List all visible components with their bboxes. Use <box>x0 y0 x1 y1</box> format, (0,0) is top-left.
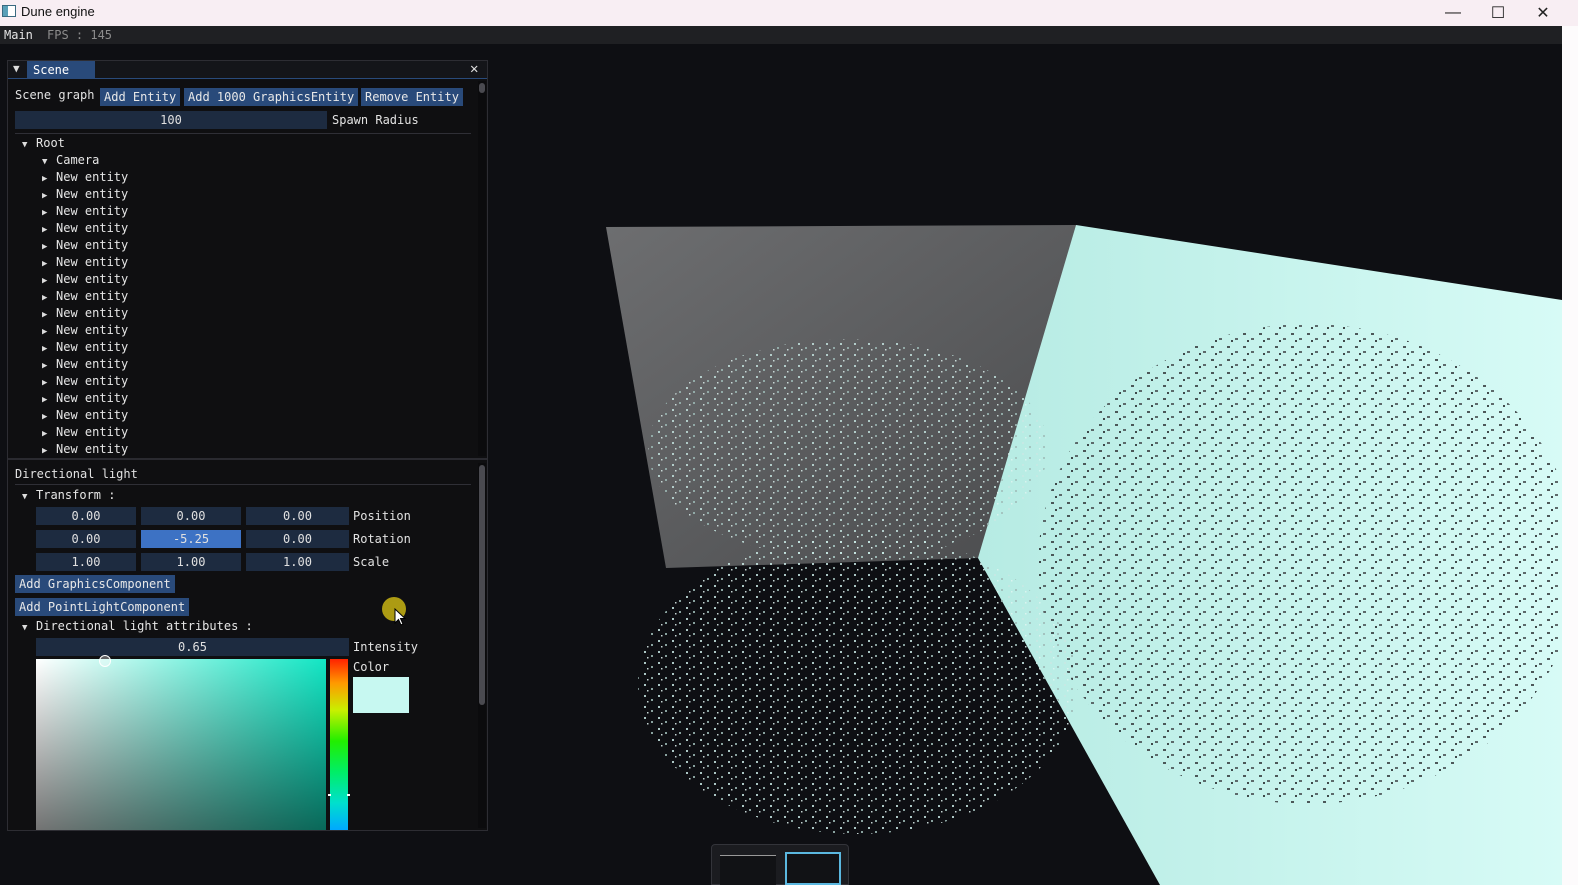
expanded-arrow-icon: ▼ <box>22 492 28 502</box>
color-picker-knob[interactable] <box>99 655 111 667</box>
tree-node-entity[interactable]: ▶ New entity <box>42 323 128 340</box>
position-y-field[interactable]: 0.00 <box>141 507 241 525</box>
tree-node-entity[interactable]: ▶ New entity <box>42 238 128 255</box>
collapsed-arrow-icon: ▶ <box>42 327 48 337</box>
menu-main[interactable]: Main <box>4 28 33 42</box>
minimize-icon[interactable]: — <box>1430 0 1476 26</box>
mouse-cursor-icon <box>394 608 407 626</box>
taskbar-preview <box>711 844 849 885</box>
tree-scrollbar-thumb[interactable] <box>479 83 485 93</box>
intensity-label: Intensity <box>353 640 419 654</box>
collapsed-arrow-icon: ▶ <box>42 208 48 218</box>
scale-z-field[interactable]: 1.00 <box>246 553 349 571</box>
3d-viewport[interactable] <box>488 44 1562 885</box>
divider <box>15 484 471 485</box>
scene-graph-label: Scene graph <box>15 88 95 102</box>
rotation-y-field[interactable]: -5.25 <box>141 530 241 548</box>
panel-splitter[interactable] <box>8 458 487 460</box>
collapsed-arrow-icon: ▶ <box>42 191 48 201</box>
color-saturation-value-picker[interactable] <box>36 659 326 830</box>
scene-render <box>606 225 1562 885</box>
collapsed-arrow-icon: ▶ <box>42 446 48 456</box>
add-graphics-component-button[interactable]: Add GraphicsComponent <box>15 575 175 593</box>
color-swatch[interactable] <box>353 677 409 713</box>
rotation-label: Rotation <box>353 532 411 546</box>
tree-node-entity[interactable]: ▶ New entity <box>42 255 128 272</box>
close-icon[interactable]: ✕ <box>470 61 478 77</box>
tree-node-entity[interactable]: ▶ New entity <box>42 170 128 187</box>
expanded-arrow-icon: ▼ <box>22 623 28 633</box>
tree-node-entity[interactable]: ▶ New entity <box>42 221 128 238</box>
tree-node-entity[interactable]: ▶ New entity <box>42 187 128 204</box>
position-label: Position <box>353 509 411 523</box>
color-label: Color <box>353 660 390 674</box>
directional-light-attributes-header[interactable]: ▼ Directional light attributes : <box>22 619 253 636</box>
collapsed-arrow-icon: ▶ <box>42 259 48 269</box>
scale-y-field[interactable]: 1.00 <box>141 553 241 571</box>
expanded-arrow-icon: ▼ <box>22 140 28 150</box>
collapsed-arrow-icon: ▶ <box>42 293 48 303</box>
inspector-scrollbar-thumb[interactable] <box>479 465 485 705</box>
window-thumbnail[interactable] <box>720 855 776 885</box>
position-x-field[interactable]: 0.00 <box>36 507 136 525</box>
tree-node-entity[interactable]: ▶ New entity <box>42 391 128 408</box>
position-z-field[interactable]: 0.00 <box>246 507 349 525</box>
tree-node-root[interactable]: ▼ Root <box>22 136 65 153</box>
spawn-radius-label: Spawn Radius <box>332 113 419 127</box>
intensity-slider[interactable]: 0.65 <box>36 638 349 656</box>
maximize-icon[interactable]: ☐ <box>1475 0 1521 26</box>
scale-x-field[interactable]: 1.00 <box>36 553 136 571</box>
collapsed-arrow-icon: ▶ <box>42 225 48 235</box>
rotation-x-field[interactable]: 0.00 <box>36 530 136 548</box>
panel-header: ▼ Scene ✕ <box>8 61 487 79</box>
add-entity-button[interactable]: Add Entity <box>100 88 181 106</box>
collapsed-arrow-icon: ▶ <box>42 242 48 252</box>
collapsed-arrow-icon: ▶ <box>42 429 48 439</box>
add-1000-graphics-entity-button[interactable]: Add 1000 GraphicsEntity <box>184 88 359 106</box>
fps-counter: FPS : 145 <box>47 28 113 42</box>
tree-node-camera[interactable]: ▼ Camera <box>42 153 99 170</box>
rotation-z-field[interactable]: 0.00 <box>246 530 349 548</box>
add-point-light-component-button[interactable]: Add PointLightComponent <box>15 598 190 616</box>
tab-scene[interactable]: Scene <box>27 61 95 79</box>
collapsed-arrow-icon: ▶ <box>42 378 48 388</box>
collapsed-arrow-icon: ▶ <box>42 395 48 405</box>
tree-node-entity[interactable]: ▶ New entity <box>42 374 128 391</box>
tree-node-entity[interactable]: ▶ New entity <box>42 204 128 221</box>
window-title: Dune engine <box>21 4 95 19</box>
spawn-radius-input[interactable]: 100 <box>15 111 327 129</box>
menu-bar: Main FPS : 145 <box>0 26 1562 44</box>
collapsed-arrow-icon: ▶ <box>42 344 48 354</box>
window-thumbnail-active[interactable] <box>785 852 841 885</box>
hue-slider[interactable] <box>330 659 348 830</box>
collapsed-arrow-icon: ▶ <box>42 361 48 371</box>
tree-node-entity[interactable]: ▶ New entity <box>42 357 128 374</box>
tree-node-entity[interactable]: ▶ New entity <box>42 306 128 323</box>
remove-entity-button[interactable]: Remove Entity <box>361 88 463 106</box>
collapsed-arrow-icon: ▶ <box>42 174 48 184</box>
tree-scrollbar[interactable] <box>478 81 486 456</box>
inspector-scrollbar[interactable] <box>478 463 486 828</box>
tree-node-entity[interactable]: ▶ New entity <box>42 442 128 459</box>
app-icon <box>2 5 16 17</box>
scale-label: Scale <box>353 555 390 569</box>
tree-node-entity[interactable]: ▶ New entity <box>42 340 128 357</box>
scene-panel: ▼ Scene ✕ Scene graph Add Entity Add 100… <box>7 60 488 831</box>
window-edge <box>1562 26 1578 885</box>
tree-node-entity[interactable]: ▶ New entity <box>42 272 128 289</box>
collapsed-arrow-icon: ▶ <box>42 412 48 422</box>
close-window-icon[interactable]: ✕ <box>1520 0 1566 26</box>
expanded-arrow-icon: ▼ <box>42 157 48 167</box>
tree-node-entity[interactable]: ▶ New entity <box>42 289 128 306</box>
divider <box>15 133 471 134</box>
tree-node-entity[interactable]: ▶ New entity <box>42 425 128 442</box>
collapse-icon[interactable]: ▼ <box>13 62 20 75</box>
collapsed-arrow-icon: ▶ <box>42 276 48 286</box>
collapsed-arrow-icon: ▶ <box>42 310 48 320</box>
inspector-entity-name: Directional light <box>15 467 138 481</box>
tree-node-entity[interactable]: ▶ New entity <box>42 408 128 425</box>
transform-header[interactable]: ▼ Transform : <box>22 488 115 505</box>
title-bar: Dune engine — ☐ ✕ <box>0 0 1578 26</box>
hue-slider-marker[interactable] <box>328 794 350 796</box>
